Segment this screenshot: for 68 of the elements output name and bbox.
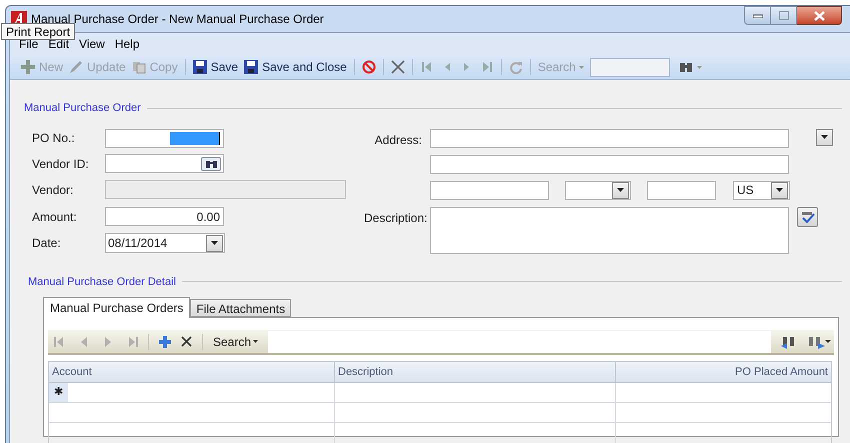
search-field[interactable] — [268, 330, 771, 352]
column-header[interactable]: Description — [338, 364, 394, 380]
search-field[interactable] — [590, 58, 670, 76]
maximize-icon — [778, 11, 788, 20]
field-label: Date: — [32, 235, 62, 252]
tab[interactable]: File Attachments — [190, 299, 292, 317]
column-header[interactable]: PO Placed Amount — [735, 364, 828, 380]
dropdown-arrow-icon — [821, 135, 828, 139]
dropdown-button[interactable] — [206, 234, 223, 252]
spell-check-icon — [800, 210, 814, 222]
address-field[interactable] — [430, 128, 789, 148]
close-icon — [814, 10, 824, 20]
minimize-icon — [752, 14, 762, 18]
menu-item[interactable]: View — [74, 35, 110, 53]
field-label: PO No.: — [32, 130, 76, 147]
search-menu-button[interactable]: Search — [213, 332, 258, 350]
toolbar-button[interactable]: Save — [190, 56, 242, 78]
amount-field[interactable]: 0.00 — [105, 207, 224, 226]
dropdown-arrow-icon — [211, 241, 218, 245]
minimize-button[interactable] — [744, 6, 771, 25]
zip-field[interactable] — [647, 180, 716, 200]
dropdown-button[interactable] — [612, 182, 629, 198]
refresh-icon — [508, 60, 523, 74]
section-title: Manual Purchase Order Detail — [28, 274, 176, 290]
dropdown-arrow-icon — [776, 188, 783, 192]
dropdown-button[interactable] — [771, 182, 788, 198]
po-number-field[interactable] — [105, 128, 224, 148]
caret-icon — [696, 66, 702, 68]
close-button[interactable] — [797, 6, 842, 25]
caret-icon[interactable] — [825, 340, 831, 344]
column-header[interactable]: Account — [52, 364, 92, 380]
new-row-marker: ✱ — [54, 385, 63, 400]
date-picker[interactable]: 08/11/2014 — [105, 233, 225, 253]
toolbar-button[interactable]: Save and Close — [241, 56, 350, 78]
pencil-icon — [69, 60, 84, 74]
plus-icon — [21, 60, 35, 74]
description-field[interactable] — [430, 206, 789, 254]
tab[interactable]: Manual Purchase Orders — [43, 297, 190, 318]
next-icon[interactable] — [105, 336, 111, 346]
field-label: Vendor: — [32, 182, 74, 198]
menu-item[interactable]: Help — [110, 35, 145, 53]
field-label: Description: — [364, 210, 428, 226]
prohibited-icon — [362, 60, 376, 74]
dropdown-button[interactable] — [816, 128, 833, 146]
field-label: Vendor ID: — [32, 156, 90, 172]
last-icon[interactable] — [129, 336, 138, 346]
delete-icon — [390, 60, 405, 74]
find-previous-icon[interactable] — [781, 334, 797, 348]
first-icon — [420, 60, 434, 74]
caret-icon — [578, 66, 584, 68]
copy-icon — [132, 60, 146, 74]
caret-icon — [253, 340, 258, 343]
vendor-id-field[interactable] — [105, 154, 224, 173]
section-title: Manual Purchase Order — [24, 101, 141, 116]
spell-check-button[interactable] — [797, 206, 818, 226]
add-icon[interactable] — [159, 336, 171, 348]
lookup-button[interactable] — [201, 156, 221, 170]
country-combo[interactable]: US — [733, 180, 790, 200]
field-label: Address: — [374, 132, 423, 148]
field-label: Amount: — [32, 208, 78, 226]
delete-icon[interactable] — [181, 336, 192, 347]
find-next-icon[interactable] — [807, 334, 825, 348]
city-field[interactable] — [430, 180, 549, 200]
previous-icon[interactable] — [81, 336, 87, 346]
dropdown-arrow-icon — [617, 188, 624, 192]
first-icon[interactable] — [54, 336, 63, 346]
address-field[interactable] — [430, 154, 789, 174]
tooltip: Print Report — [1, 23, 76, 40]
